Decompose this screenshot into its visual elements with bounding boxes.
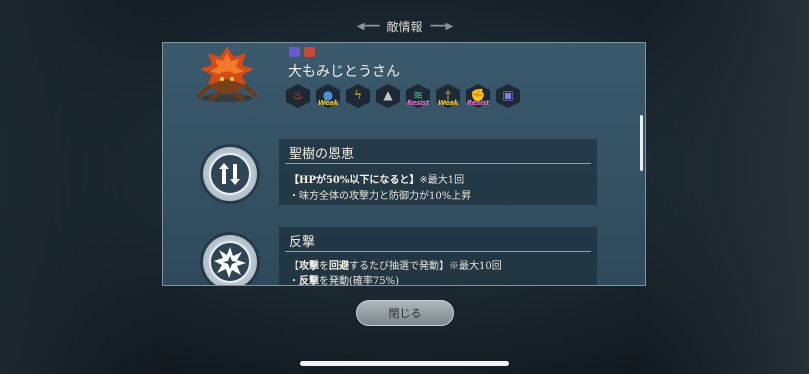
- skill-card: 反撃 【攻撃を回避するたび抽選で発動】※最大10回 ・反撃を発動(確率75%): [279, 227, 597, 286]
- magic-icon: ▣: [502, 88, 514, 102]
- enemy-name: 大もみじとうさん: [288, 64, 400, 80]
- scrollbar[interactable]: [640, 115, 643, 171]
- fire-tag-icon: [304, 47, 315, 57]
- enemy-portrait: [196, 47, 258, 102]
- affinity-thunder: ϟ: [346, 84, 370, 108]
- stat-up-down-icon: [203, 147, 257, 201]
- affinity-magic: ▣: [496, 84, 520, 108]
- dark-icon: ▲: [383, 88, 393, 102]
- weak-label: Weak: [317, 99, 339, 107]
- background-left: [0, 0, 170, 374]
- home-indicator[interactable]: [300, 361, 509, 366]
- fire-icon: ♨: [292, 88, 304, 102]
- counter-burst-icon: [203, 235, 257, 285]
- book-tag-icon: [289, 47, 300, 57]
- resist-label: Resist: [406, 99, 430, 107]
- close-button[interactable]: 閉じる: [356, 300, 454, 326]
- dialog-header: ◀━━━ 敵情報 ━━━▶: [0, 16, 809, 36]
- affinity-dark: ▲: [376, 84, 400, 108]
- dialog-title: 敵情報: [386, 19, 423, 34]
- affinity-water: ● Weak: [316, 84, 340, 108]
- affinity-wind: ≋ Resist: [406, 84, 430, 108]
- affinity-fist: ✊ Resist: [466, 84, 490, 108]
- skill-title: 反撃: [289, 235, 316, 250]
- skill-condition: 【攻撃を回避するたび抽選で発動】※最大10回: [289, 261, 502, 272]
- header-ornament-left: ◀━━━: [356, 20, 380, 32]
- skill-effect: ・反撃を発動(確率75%): [289, 276, 400, 286]
- enemy-info-panel[interactable]: 大もみじとうさん ♨ ● Weak ϟ ▲ ≋ Resist † Weak ✊ …: [162, 42, 646, 286]
- skill-effect: ・味方全体の攻撃力と防御力が10%上昇: [289, 191, 472, 202]
- thunder-icon: ϟ: [354, 88, 362, 102]
- skill-condition: 【HPが50%以下になると】※最大1回: [289, 175, 465, 186]
- enemy-type-tags: [289, 47, 315, 57]
- skill-card: 聖樹の恩恵 【HPが50%以下になると】※最大1回 ・味方全体の攻撃力と防御力が…: [279, 139, 597, 205]
- affinity-sword: † Weak: [436, 84, 460, 108]
- background-right: [639, 0, 809, 374]
- affinity-fire: ♨: [286, 84, 310, 108]
- affinity-row: ♨ ● Weak ϟ ▲ ≋ Resist † Weak ✊ Resist ▣: [286, 84, 520, 108]
- skill-title: 聖樹の恩恵: [289, 147, 355, 162]
- resist-label: Resist: [466, 99, 490, 107]
- weak-label: Weak: [437, 99, 459, 107]
- header-ornament-right: ━━━▶: [430, 20, 454, 32]
